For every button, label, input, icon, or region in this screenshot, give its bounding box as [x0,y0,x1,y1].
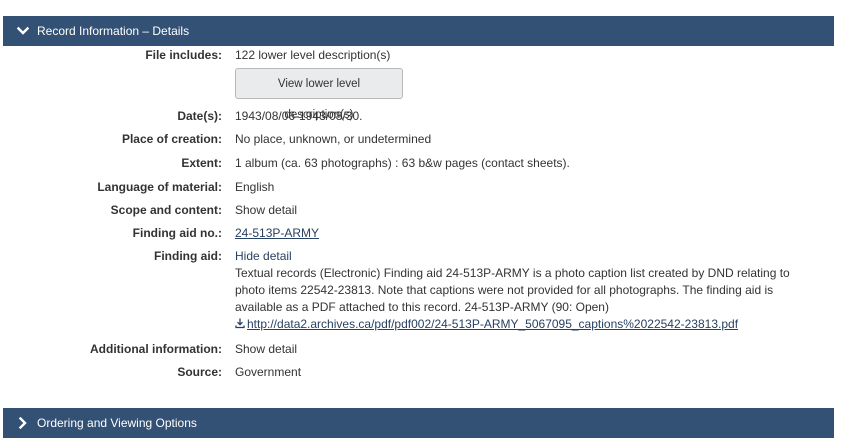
field-label: Place of creation: [121,132,222,146]
ordering-section-header[interactable]: Ordering and Viewing Options [3,408,834,438]
field-label: Source: [177,365,222,379]
field-additional-information: Additional information: Show detail [0,341,848,364]
field-value: No place, unknown, or undetermined [235,132,432,146]
field-label: Scope and content: [110,203,222,217]
chevron-down-icon [16,24,30,38]
field-label: Date(s): [177,109,222,123]
field-label: Additional information: [90,342,222,356]
details-list: File includes: 122 lower level descripti… [0,47,848,387]
field-value: 1 album (ca. 63 photographs) : 63 b&w pa… [235,156,570,170]
scope-show-detail-toggle[interactable]: Show detail [235,203,297,217]
finding-aid-number-link[interactable]: 24-513P-ARMY [235,226,319,240]
details-section-title: Record Information – Details [37,24,190,38]
field-value: 1943/08/06-1943/08/30. [235,109,363,123]
field-value: Government [235,365,302,379]
finding-aid-pdf-link[interactable]: http://data2.archives.ca/pdf/pdf002/24-5… [247,317,738,331]
field-label: File includes: [145,48,222,62]
field-finding-aid: Finding aid: Hide detail Textual records… [0,248,848,341]
field-value: English [235,180,275,194]
field-label: Language of material: [97,180,222,194]
additional-show-detail-toggle[interactable]: Show detail [235,342,297,356]
record-page: Record Information – Details File includ… [0,0,848,448]
field-label: Finding aid no.: [132,226,222,240]
field-finding-aid-no: Finding aid no.: 24-513P-ARMY [0,225,848,248]
field-extent: Extent: 1 album (ca. 63 photographs) : 6… [0,155,848,179]
finding-aid-description: Textual records (Electronic) Finding aid… [235,266,790,314]
field-place-of-creation: Place of creation: No place, unknown, or… [0,131,848,155]
field-label: Extent: [181,156,222,170]
ordering-section-title: Ordering and Viewing Options [37,416,197,430]
field-scope-and-content: Scope and content: Show detail [0,202,848,225]
details-section-header[interactable]: Record Information – Details [3,16,834,46]
chevron-right-icon [16,416,30,430]
finding-aid-hide-detail-toggle[interactable]: Hide detail [235,248,808,265]
field-file-includes: File includes: 122 lower level descripti… [0,47,848,121]
field-label: Finding aid: [154,249,222,263]
field-dates: Date(s): 1943/08/06-1943/08/30. [0,108,848,131]
view-lower-level-button[interactable]: View lower level description(s) [235,68,403,121]
field-source: Source: Government [0,364,848,387]
field-value: 122 lower level description(s) [235,48,391,62]
field-language: Language of material: English [0,179,848,202]
download-icon [235,317,245,329]
